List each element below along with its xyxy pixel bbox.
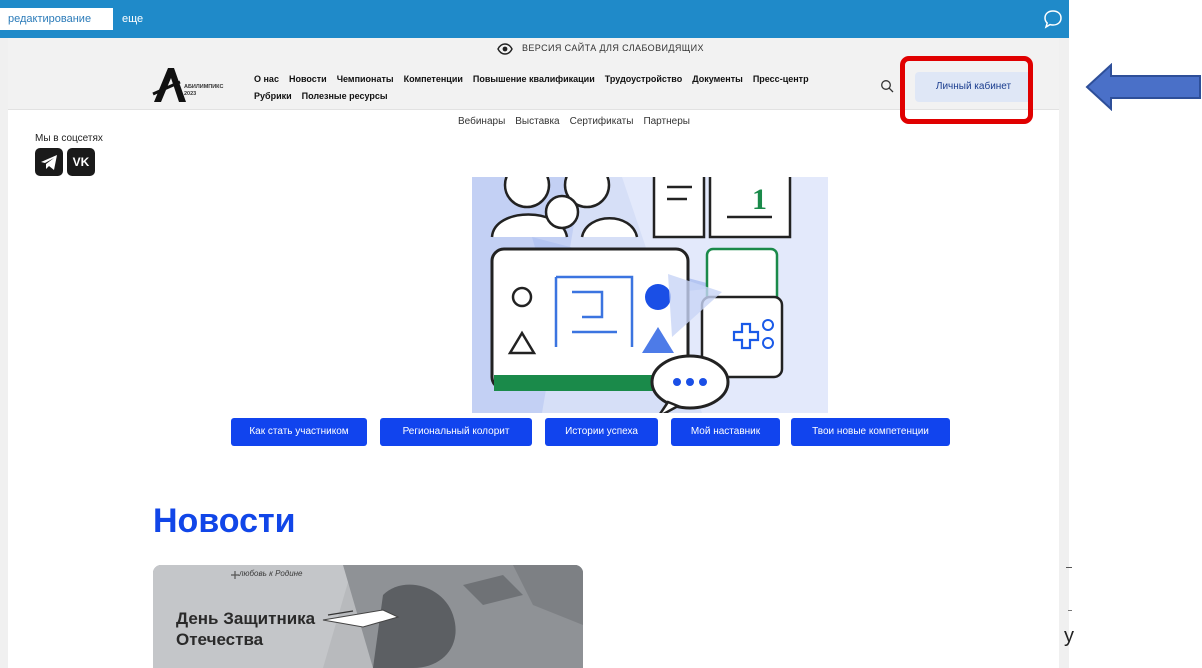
- subnav-item-webinars[interactable]: Вебинары: [458, 116, 505, 127]
- telegram-icon[interactable]: [35, 148, 63, 176]
- social-label: Мы в соцсетях: [35, 133, 103, 144]
- nav-item-about[interactable]: О нас: [254, 74, 279, 84]
- accessibility-bar[interactable]: ВЕРСИЯ САЙТА ДЛЯ СЛАБОВИДЯЩИХ: [8, 38, 1059, 60]
- highlight-box: [900, 56, 1033, 124]
- nav-item-resources[interactable]: Полезные ресурсы: [302, 91, 388, 101]
- page: редактирование еще ВЕРСИЯ САЙТА ДЛЯ СЛАБ…: [0, 0, 1202, 668]
- nav-item-championships[interactable]: Чемпионаты: [337, 74, 394, 84]
- subnav-item-exhibition[interactable]: Выставка: [515, 116, 559, 127]
- nav-item-rubrics[interactable]: Рубрики: [254, 91, 292, 101]
- news-card[interactable]: любовь к Родине День Защитника Отечества: [153, 565, 583, 668]
- edge-mark: [1066, 567, 1072, 568]
- accessibility-link[interactable]: ВЕРСИЯ САЙТА ДЛЯ СЛАБОВИДЯЩИХ: [522, 43, 704, 53]
- subnav-item-partners[interactable]: Партнеры: [643, 116, 690, 127]
- news-heading: Новости: [153, 502, 296, 540]
- chat-bubble-icon[interactable]: [1043, 9, 1063, 29]
- nav-item-employment[interactable]: Трудоустройство: [605, 74, 682, 84]
- logo-text: АБИЛИМПИКС 2023: [184, 84, 223, 98]
- news-card-title[interactable]: День Защитника Отечества: [176, 608, 326, 650]
- edge-text: у: [1064, 625, 1074, 647]
- more-tab[interactable]: еще: [122, 8, 143, 30]
- left-arrow-icon: [1085, 63, 1201, 111]
- left-margin: [0, 38, 8, 668]
- nav-item-documents[interactable]: Документы: [692, 74, 743, 84]
- edit-tab[interactable]: редактирование: [0, 8, 113, 30]
- nav-item-competencies[interactable]: Компетенции: [404, 74, 463, 84]
- tag-regional-color[interactable]: Региональный колорит: [380, 418, 532, 446]
- subnav-item-certificates[interactable]: Сертификаты: [570, 116, 634, 127]
- hero-illustration: 1: [472, 177, 828, 413]
- nav-item-news[interactable]: Новости: [289, 74, 327, 84]
- news-card-kicker: любовь к Родине: [239, 569, 303, 578]
- tag-become-participant[interactable]: Как стать участником: [231, 418, 367, 446]
- nav-item-press[interactable]: Пресс-центр: [753, 74, 809, 84]
- main-nav: О нас Новости Чемпионаты Компетенции Повышен…: [254, 71, 854, 105]
- tag-success-stories[interactable]: Истории успеха: [545, 418, 658, 446]
- nav-item-training[interactable]: Повышение квалификации: [473, 74, 595, 84]
- search-icon[interactable]: [880, 79, 894, 93]
- logo-brand-name: АБИЛИМПИКС: [184, 84, 224, 90]
- edge-mark: [1068, 610, 1072, 611]
- sub-nav: Вебинары Выставка Сертификаты Партнеры: [458, 116, 700, 127]
- eye-icon: [497, 43, 513, 55]
- tag-new-competencies[interactable]: Твои новые компетенции: [791, 418, 950, 446]
- svg-text:1: 1: [752, 183, 767, 216]
- right-margin: [1059, 38, 1069, 668]
- tag-my-mentor[interactable]: Мой наставник: [671, 418, 780, 446]
- vk-icon[interactable]: VK: [67, 148, 95, 176]
- logo-year: 2023: [184, 91, 197, 97]
- edit-toolbar: редактирование еще: [0, 0, 1069, 38]
